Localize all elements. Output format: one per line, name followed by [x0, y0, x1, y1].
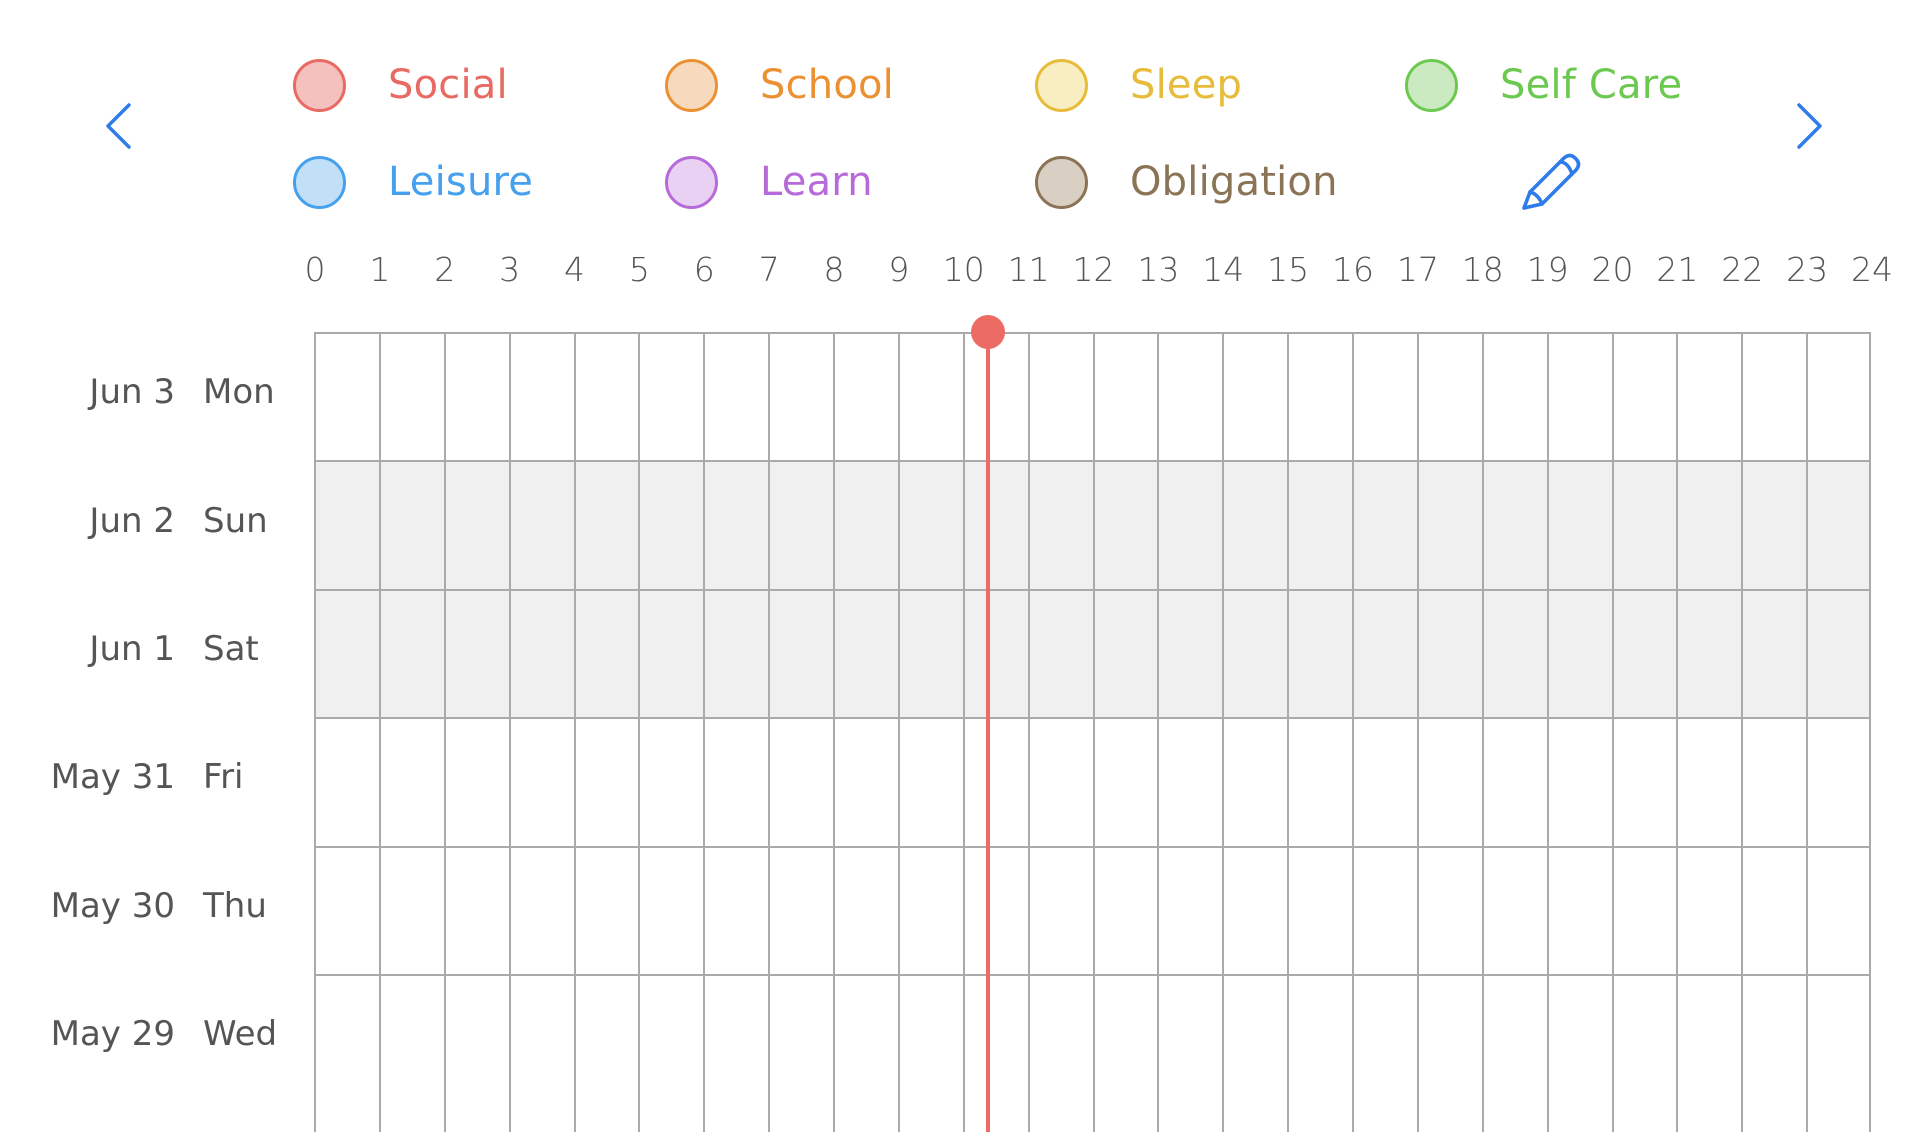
category-color-swatch: [1035, 58, 1088, 112]
category-label: Learn: [760, 159, 873, 205]
hour-gridline: [703, 332, 706, 1132]
day-date-label: May 31: [50, 757, 175, 798]
pencil-icon: [1522, 153, 1581, 210]
hour-gridline: [1027, 332, 1030, 1132]
hour-gridline: [1352, 332, 1354, 1132]
hour-label: 9: [888, 250, 910, 289]
hour-gridline: [638, 332, 641, 1132]
category-color-swatch: [665, 58, 718, 112]
hour-gridline: [1481, 332, 1484, 1132]
day-weekday-label: Sat: [203, 629, 259, 669]
legend-item-learn[interactable]: Learn: [665, 152, 873, 212]
edit-categories-button[interactable]: [1516, 148, 1584, 214]
hour-label: 15: [1267, 250, 1310, 289]
day-date-label: May 30: [50, 885, 175, 926]
category-label: Obligation: [1130, 159, 1338, 205]
category-color-swatch: [293, 155, 346, 209]
hour-label: 17: [1396, 250, 1439, 289]
hour-gridline: [378, 332, 381, 1132]
previous-week-button[interactable]: [96, 96, 140, 156]
hour-gridline: [1806, 332, 1809, 1132]
hour-gridline: [1676, 332, 1679, 1132]
hour-gridline: [1157, 332, 1160, 1132]
hour-label: 5: [628, 250, 650, 289]
day-weekday-label: Fri: [203, 757, 244, 798]
hour-gridline: [897, 332, 900, 1132]
hour-gridline: [1611, 332, 1614, 1132]
legend-item-self-care[interactable]: Self Care: [1405, 55, 1682, 115]
day-weekday-label: Mon: [203, 372, 275, 413]
hour-label: 0: [304, 250, 326, 289]
hour-gridline: [1546, 332, 1549, 1132]
day-date-label: Jun 1: [89, 629, 175, 669]
category-label: Leisure: [388, 159, 534, 205]
hour-gridline: [768, 332, 771, 1132]
week-time-grid[interactable]: [314, 332, 1871, 1132]
hour-label: 20: [1591, 250, 1634, 289]
chevron-right-icon: [1797, 103, 1822, 149]
category-color-swatch: [293, 58, 346, 112]
hour-label: 19: [1526, 250, 1569, 289]
hour-label: 11: [1007, 250, 1050, 289]
hour-label: 8: [823, 250, 845, 289]
hour-gridline: [1741, 332, 1744, 1132]
hour-label: 24: [1851, 250, 1893, 289]
day-date-label: May 29: [50, 1014, 175, 1055]
hour-label: 7: [758, 250, 780, 289]
hour-gridline: [1287, 332, 1290, 1132]
chevron-left-icon: [106, 103, 131, 149]
day-date-label: Jun 3: [89, 372, 175, 413]
category-color-swatch: [1035, 155, 1088, 209]
category-label: Social: [388, 62, 508, 108]
hour-gridline: [1869, 332, 1871, 1132]
hour-label: 16: [1332, 250, 1374, 289]
hour-gridline: [314, 332, 316, 1132]
legend-item-obligation[interactable]: Obligation: [1035, 152, 1338, 212]
hour-label: 23: [1786, 250, 1829, 289]
hour-label: 3: [499, 250, 521, 289]
hour-label: 22: [1721, 250, 1764, 289]
hour-label: 10: [942, 250, 985, 289]
hour-label: 12: [1072, 250, 1115, 289]
category-label: School: [760, 62, 894, 108]
hour-label: 21: [1656, 250, 1699, 289]
legend-item-school[interactable]: School: [665, 55, 894, 115]
legend-item-social[interactable]: Social: [293, 55, 508, 115]
hour-label: 4: [564, 250, 585, 289]
hour-gridline: [1092, 332, 1095, 1132]
next-week-button[interactable]: [1788, 96, 1832, 156]
current-time-line: [985, 332, 990, 1132]
hour-gridline: [573, 332, 576, 1132]
category-color-swatch: [665, 155, 718, 209]
category-color-swatch: [1405, 58, 1458, 112]
current-time-dot[interactable]: [970, 315, 1005, 349]
hour-gridline: [1222, 332, 1225, 1132]
day-weekday-label: Thu: [203, 885, 267, 926]
day-weekday-label: Sun: [203, 500, 268, 541]
hour-label: 2: [434, 250, 456, 289]
legend-item-leisure[interactable]: Leisure: [293, 152, 533, 212]
hour-label: 18: [1461, 250, 1504, 289]
day-date-label: Jun 2: [89, 500, 175, 541]
hour-gridline: [508, 332, 511, 1132]
day-weekday-label: Wed: [203, 1014, 278, 1055]
hour-gridline: [962, 332, 965, 1132]
hour-label: 6: [693, 250, 715, 289]
hour-label: 14: [1202, 250, 1245, 289]
legend-item-sleep[interactable]: Sleep: [1035, 55, 1242, 115]
hour-gridline: [833, 332, 835, 1132]
category-label: Sleep: [1130, 62, 1243, 108]
hour-gridline: [1416, 332, 1419, 1132]
category-label: Self Care: [1500, 62, 1683, 108]
hour-label: 1: [369, 250, 391, 289]
hour-gridline: [443, 332, 446, 1132]
hour-label: 13: [1137, 250, 1180, 289]
